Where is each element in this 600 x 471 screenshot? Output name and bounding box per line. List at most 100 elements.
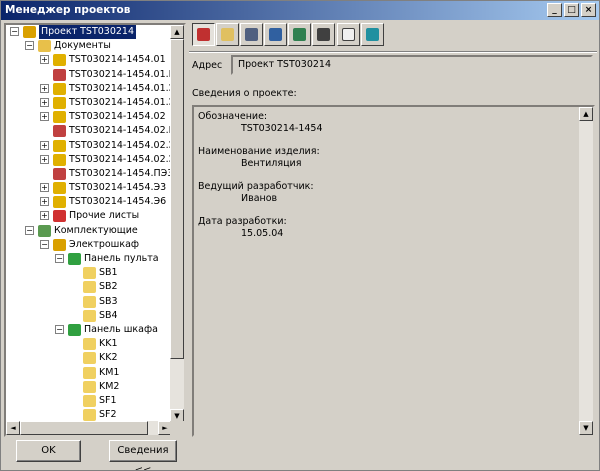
tree-item-label: Панель шкафа <box>84 323 158 335</box>
document-icon <box>53 82 66 95</box>
ok-button[interactable]: OK <box>16 440 81 462</box>
tree-item[interactable]: + TST030214-1454.02.Э <box>6 139 172 153</box>
details-toggle-button[interactable]: Сведения << <box>109 440 177 470</box>
tree-item[interactable]: − Электрошкаф <box>6 238 172 252</box>
scroll-left-arrow-icon[interactable]: ◄ <box>6 421 20 435</box>
expand-plus-icon[interactable]: + <box>40 140 49 150</box>
tree-item[interactable]: TST030214-1454.02.П <box>6 124 172 138</box>
expand-plus-icon[interactable]: + <box>40 112 49 122</box>
lamp-icon <box>83 352 96 365</box>
title-bar[interactable]: Менеджер проектов _ □ × <box>1 1 599 20</box>
lamp-icon <box>83 267 96 280</box>
tree-item[interactable]: KM1 <box>6 366 172 380</box>
collapse-minus-icon[interactable]: − <box>10 27 19 36</box>
maximize-button[interactable]: □ <box>564 3 579 17</box>
tree-vertical-scrollbar[interactable]: ▲ ▼ <box>170 25 184 423</box>
info-field-label: Обозначение: <box>198 111 268 122</box>
tree-scroll-thumb[interactable] <box>170 39 184 359</box>
project-tree[interactable]: − Проект TST030214− Документы + TST030214-14… <box>4 23 186 437</box>
toolbar-button-7[interactable] <box>337 23 360 46</box>
toolbar-button-2[interactable] <box>216 23 239 46</box>
tree-item-label: KK1 <box>99 338 118 350</box>
tree-item[interactable]: SF1 <box>6 394 172 408</box>
expand-plus-icon[interactable]: + <box>40 211 49 221</box>
tree-item[interactable]: SB3 <box>6 295 172 309</box>
toolbar-button-4[interactable] <box>264 23 287 46</box>
panel-icon <box>68 253 81 265</box>
tree-item[interactable]: KK2 <box>6 351 172 365</box>
tree-hscroll-thumb[interactable] <box>20 421 148 435</box>
tree-item[interactable]: + Прочие листы <box>6 209 172 223</box>
tree-item[interactable]: − Документы <box>6 39 172 53</box>
close-button[interactable]: × <box>581 3 596 17</box>
toolbar-button-1[interactable] <box>192 23 215 46</box>
minimize-button[interactable]: _ <box>547 3 562 17</box>
expand-plus-icon[interactable]: + <box>40 197 49 207</box>
project-info-panel[interactable]: Обозначение: TST030214-1454 Наименование и… <box>192 105 595 437</box>
info-vertical-scrollbar[interactable]: ▲ ▼ <box>579 107 593 435</box>
project-icon <box>23 26 36 38</box>
tree-item[interactable]: + TST030214-1454.02 <box>6 110 172 124</box>
expand-plus-icon[interactable]: + <box>40 183 49 193</box>
toolbar-button-3[interactable] <box>240 23 263 46</box>
tree-item-label: TST030214-1454.01.П <box>69 68 172 80</box>
tree-item[interactable]: KM2 <box>6 380 172 394</box>
scroll-up-arrow-icon[interactable]: ▲ <box>170 25 184 39</box>
book-tools-icon <box>317 28 330 41</box>
tree-item-label: Прочие листы <box>69 210 140 222</box>
info-field: Дата разработки: 15.05.04 <box>198 216 579 240</box>
info-field: Ведущий разработчик: Иванов <box>198 181 579 205</box>
toolbar-button-6[interactable] <box>312 23 335 46</box>
tree-item-label: KM1 <box>99 366 120 378</box>
tree-item[interactable]: + TST030214-1454.01.Э <box>6 82 172 96</box>
tree-item[interactable]: TST030214-1454.01.П <box>6 68 172 82</box>
collapse-minus-icon[interactable]: − <box>55 324 64 334</box>
lamp-icon <box>83 409 96 422</box>
tree-item-label: SB3 <box>99 295 118 307</box>
info-scroll-down-arrow-icon[interactable]: ▼ <box>579 421 593 435</box>
document-icon <box>53 153 66 166</box>
tree-item[interactable]: − Проект TST030214 <box>6 25 172 40</box>
tree-item[interactable]: − Панель шкафа <box>6 323 172 337</box>
expand-plus-icon[interactable]: + <box>40 83 49 93</box>
collapse-minus-icon[interactable]: − <box>55 254 64 263</box>
document-icon <box>53 111 66 124</box>
expand-plus-icon[interactable]: + <box>40 97 49 107</box>
info-scroll-up-arrow-icon[interactable]: ▲ <box>579 107 593 121</box>
tree-item[interactable]: − Комплектующие <box>6 224 172 238</box>
drawing-icon <box>53 125 66 138</box>
address-field[interactable]: Проект TST030214 <box>231 55 593 75</box>
tree-item[interactable]: + TST030214-1454.Э3 <box>6 181 172 195</box>
tree-item[interactable]: + TST030214-1454.Э6 <box>6 195 172 209</box>
tree-item-label: Электрошкаф <box>69 238 140 250</box>
other-sheets-icon <box>53 210 66 223</box>
expand-plus-icon[interactable]: + <box>40 154 49 164</box>
tree-item[interactable]: + TST030214-1454.01 <box>6 53 172 67</box>
tree-horizontal-scrollbar[interactable]: ◄ ► <box>6 421 172 435</box>
toolbar-button-5[interactable] <box>288 23 311 46</box>
tree-item[interactable]: SB4 <box>6 309 172 323</box>
tree-item[interactable]: TST030214-1454.ПЭ3 <box>6 167 172 181</box>
tree-item[interactable]: SB2 <box>6 280 172 294</box>
tree-item[interactable]: + TST030214-1454.02.Э <box>6 153 172 167</box>
collapse-minus-icon[interactable]: − <box>40 239 49 249</box>
tree-item-label: TST030214-1454.01 <box>69 54 166 66</box>
lamp-icon <box>83 338 96 351</box>
tree-item[interactable]: + TST030214-1454.01.Э <box>6 96 172 110</box>
expand-plus-icon[interactable]: + <box>40 55 49 65</box>
info-field-value: TST030214-1454 <box>241 123 323 134</box>
toolbar-button-8[interactable] <box>361 23 384 46</box>
tree-item-label: KK2 <box>99 352 118 364</box>
tree-item-label: TST030214-1454.02 <box>69 111 166 123</box>
collapse-minus-icon[interactable]: − <box>25 225 34 235</box>
tree-item[interactable]: − Панель пульта <box>6 252 172 266</box>
folder-icon <box>38 40 51 53</box>
tree-item[interactable]: KK1 <box>6 337 172 351</box>
info-field: Наименование изделия: Вентиляция <box>198 146 579 170</box>
dialog-footer: OK Сведения << <box>1 440 599 470</box>
address-label: Адрес <box>192 60 223 71</box>
book-red-icon <box>197 28 210 41</box>
collapse-minus-icon[interactable]: − <box>25 41 34 51</box>
tree-item-label: KM2 <box>99 380 120 392</box>
tree-item[interactable]: SB1 <box>6 266 172 280</box>
